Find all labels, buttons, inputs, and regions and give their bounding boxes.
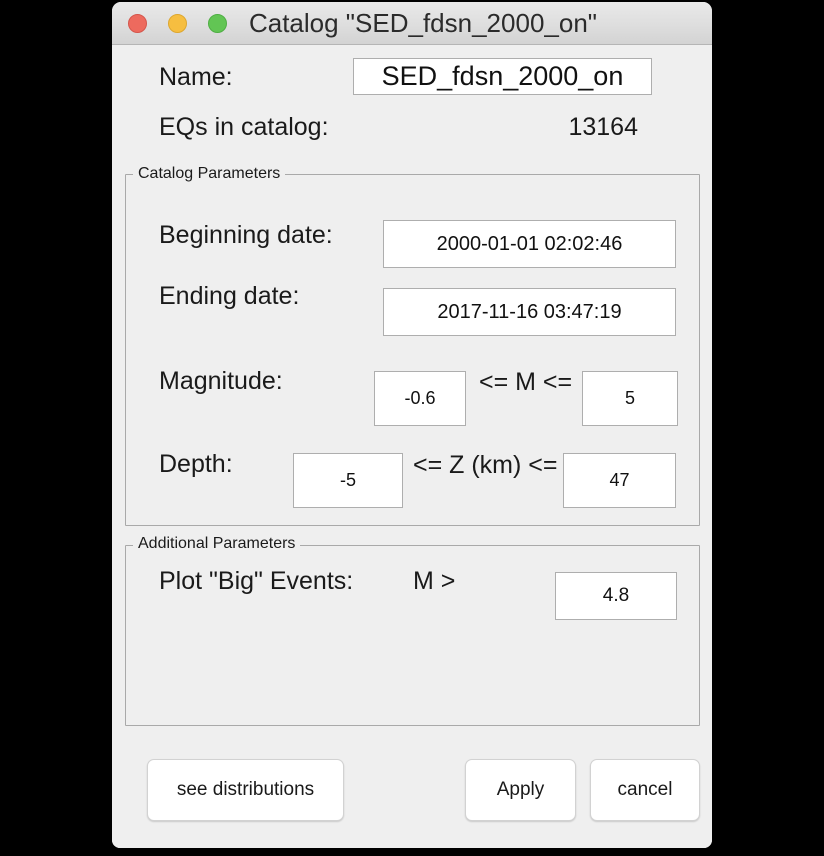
additional-parameters-legend: Additional Parameters (133, 535, 301, 553)
eq-count-label: EQs in catalog: (159, 113, 329, 141)
ending-date-label: Ending date: (159, 282, 300, 310)
depth-label: Depth: (159, 450, 233, 478)
ending-date-input[interactable]: 2017-11-16 03:47:19 (383, 288, 676, 336)
beginning-date-input[interactable]: 2000-01-01 02:02:46 (383, 220, 676, 268)
big-events-label: Plot "Big" Events: (159, 567, 354, 595)
beginning-date-label: Beginning date: (159, 221, 333, 249)
name-label: Name: (159, 63, 233, 91)
magnitude-min-input[interactable]: -0.6 (374, 371, 466, 426)
depth-min-input[interactable]: -5 (293, 453, 403, 508)
depth-max-input[interactable]: 47 (563, 453, 676, 508)
cancel-button[interactable]: cancel (590, 759, 700, 821)
magnitude-operator-label: <= M <= (479, 368, 573, 396)
magnitude-label: Magnitude: (159, 367, 283, 395)
window-titlebar: Catalog "SED_fdsn_2000_on" (112, 2, 712, 45)
big-events-operator-label: M > (413, 567, 456, 595)
catalog-dialog-window: Catalog "SED_fdsn_2000_on" Name: SED_fds… (112, 2, 712, 848)
magnitude-max-input[interactable]: 5 (582, 371, 678, 426)
see-distributions-button[interactable]: see distributions (147, 759, 344, 821)
apply-button[interactable]: Apply (465, 759, 576, 821)
big-events-threshold-input[interactable]: 4.8 (555, 572, 677, 620)
depth-operator-label: <= Z (km) <= (413, 451, 558, 479)
catalog-name-input[interactable]: SED_fdsn_2000_on (353, 58, 652, 95)
catalog-parameters-legend: Catalog Parameters (133, 165, 286, 183)
window-title: Catalog "SED_fdsn_2000_on" (248, 8, 598, 38)
eq-count-value: 13164 (568, 113, 638, 141)
dialog-content: Name: SED_fdsn_2000_on EQs in catalog: 1… (112, 45, 712, 848)
